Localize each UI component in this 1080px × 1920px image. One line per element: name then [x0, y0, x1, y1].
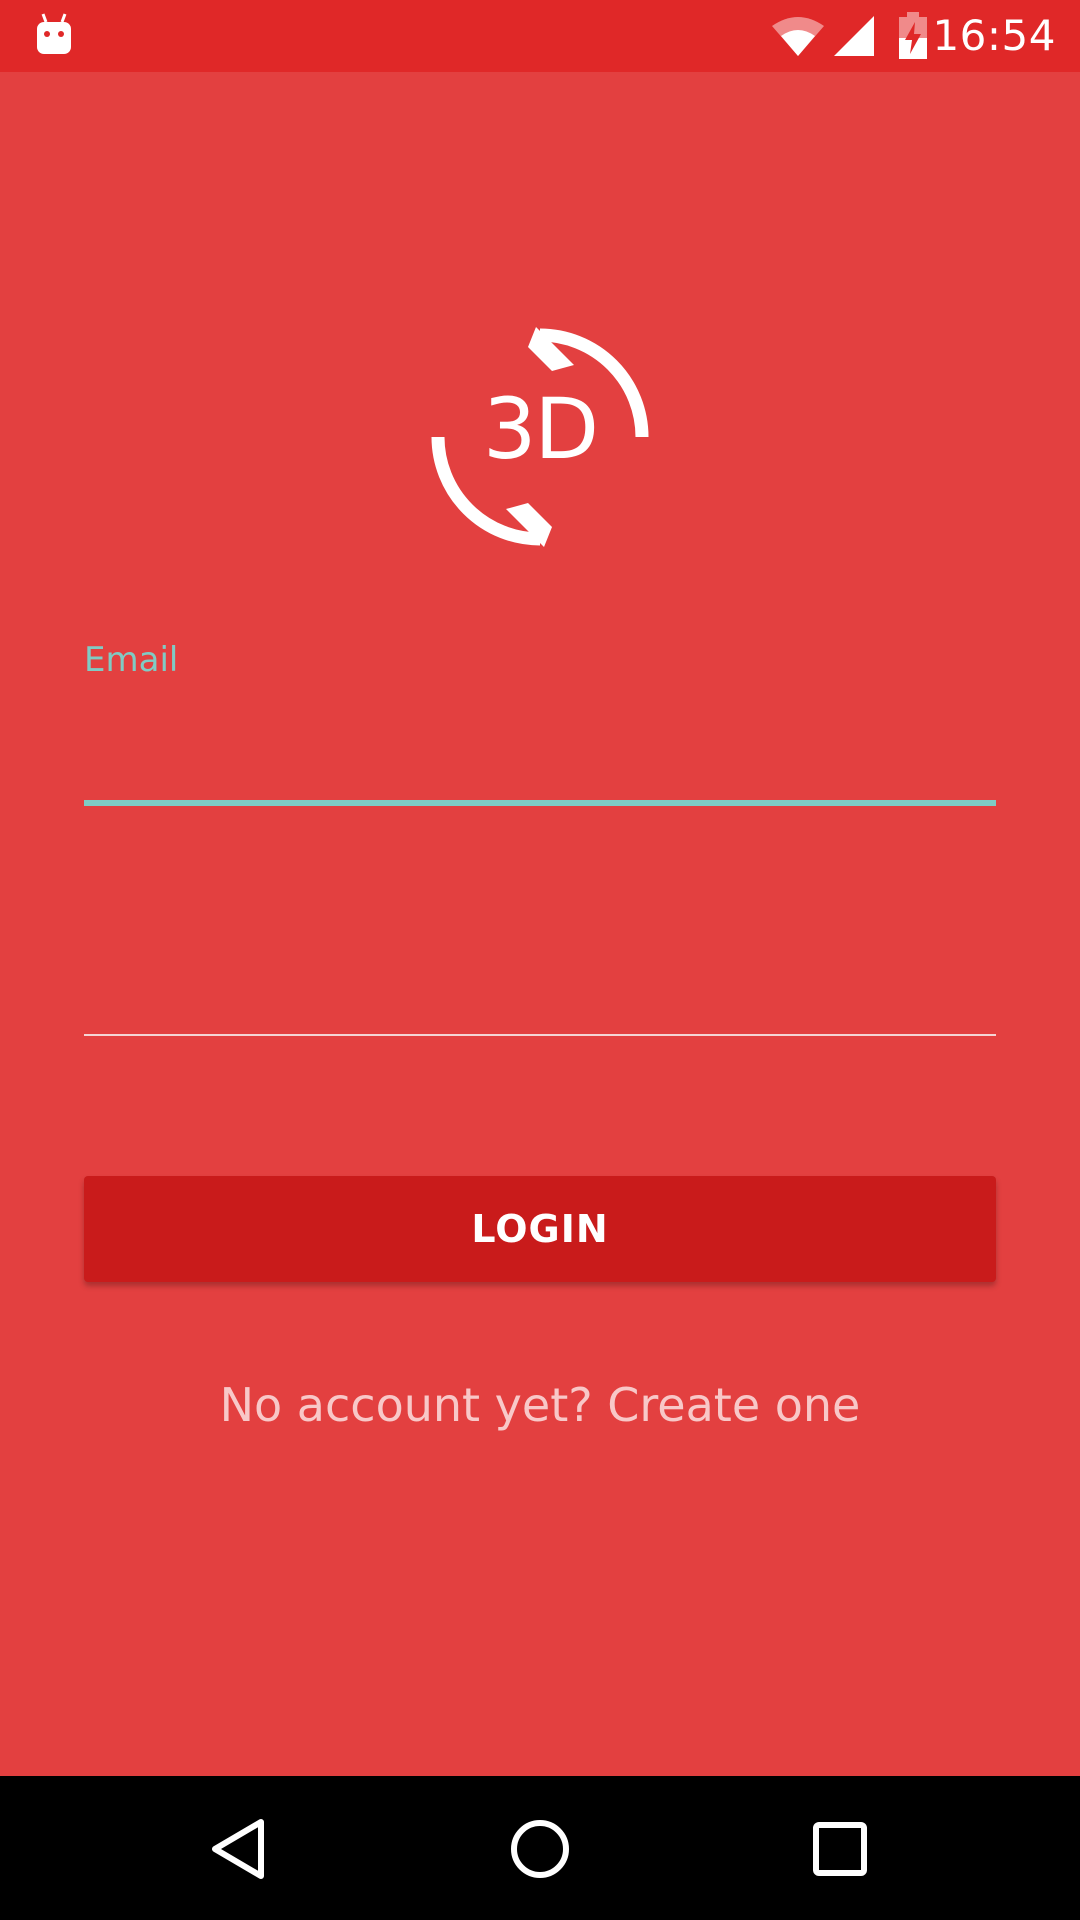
- android-notification-icon: [37, 13, 71, 54]
- back-icon[interactable]: [205, 1814, 275, 1884]
- email-label: Email: [84, 640, 179, 680]
- email-input[interactable]: [84, 690, 996, 790]
- recent-apps-icon[interactable]: [805, 1814, 875, 1884]
- password-input[interactable]: [84, 920, 996, 1020]
- status-time: 16:54: [932, 11, 1056, 60]
- logo-text: 3D: [482, 380, 599, 478]
- wifi-icon: [772, 17, 824, 56]
- status-bar: 16:54: [0, 0, 1080, 72]
- battery-charging-icon: [899, 12, 927, 59]
- password-underline: [84, 1034, 996, 1036]
- login-button[interactable]: LOGIN: [84, 1176, 996, 1282]
- signal-icon: [834, 16, 874, 56]
- email-underline: [84, 800, 996, 806]
- create-account-link[interactable]: No account yet? Create one: [0, 1378, 1080, 1432]
- home-icon[interactable]: [505, 1814, 575, 1884]
- navigation-bar: [0, 1776, 1080, 1920]
